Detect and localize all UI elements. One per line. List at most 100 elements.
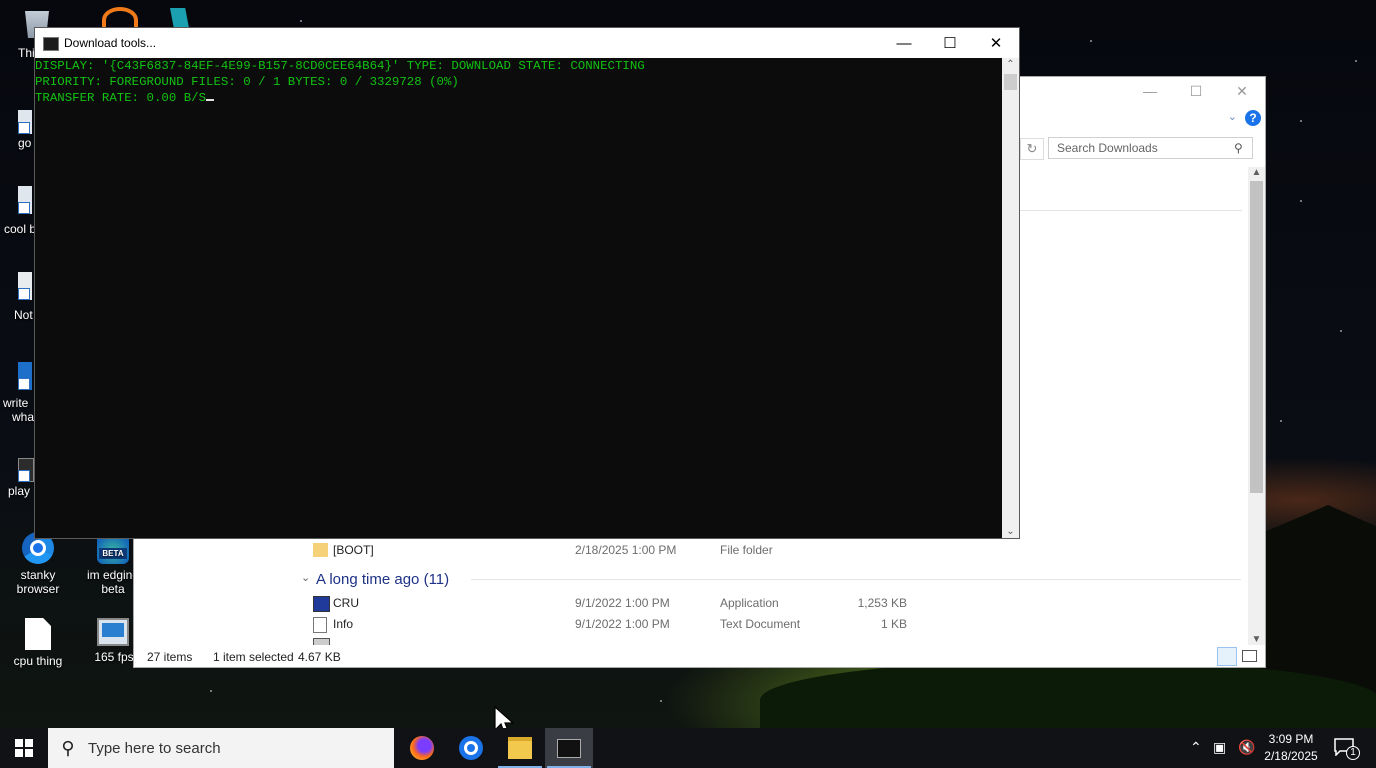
volume-muted-icon[interactable]: 🔇 xyxy=(1238,739,1255,756)
file-size: 1,253 KB xyxy=(857,596,907,610)
desktop-icon-label: browser xyxy=(16,582,60,596)
file-date: 2/18/2025 1:00 PM xyxy=(575,543,677,557)
group-header[interactable]: ⌄ A long time ago (11) xyxy=(299,569,1244,591)
notification-count: 1 xyxy=(1346,746,1360,760)
file-date: 9/1/2022 1:00 PM xyxy=(575,617,670,631)
star xyxy=(660,700,662,702)
file-row[interactable]: [BOOT] 2/18/2025 1:00 PM File folder xyxy=(299,540,1079,561)
taskbar-firefox[interactable] xyxy=(398,728,446,768)
minimize-button[interactable]: — xyxy=(881,28,927,58)
file-row-partial[interactable] xyxy=(299,635,1079,645)
clock-time: 3:09 PM xyxy=(1268,732,1314,746)
minimize-button[interactable]: — xyxy=(1127,77,1173,105)
explorer-title-buttons: — ☐ ✕ xyxy=(1127,77,1265,105)
selection-count: 1 item selected xyxy=(213,650,294,664)
shortcut-arrow-icon xyxy=(18,202,30,214)
scroll-up-icon[interactable]: ⌃ xyxy=(1002,59,1019,70)
desktop-icon-label: wha xyxy=(12,410,35,424)
text-document-icon xyxy=(313,617,327,633)
command-prompt-icon xyxy=(43,37,59,51)
file-type: Application xyxy=(720,596,779,610)
search-placeholder: Search Downloads xyxy=(1057,141,1158,155)
scroll-down-icon[interactable]: ▼ xyxy=(1248,634,1265,645)
console-line: TRANSFER RATE: 0.00 B/S xyxy=(35,91,207,105)
scroll-thumb[interactable] xyxy=(1250,181,1263,493)
text-cursor xyxy=(206,99,215,101)
desktop-icon-label: write xyxy=(3,396,29,410)
window-title: Download tools... xyxy=(64,36,157,50)
console-line: PRIORITY: FOREGROUND FILES: 0 / 1 BYTES:… xyxy=(35,75,459,89)
shortcut-arrow-icon xyxy=(18,122,30,134)
item-count: 27 items xyxy=(147,650,193,664)
shortcut-arrow-icon xyxy=(18,288,30,300)
maximize-button[interactable]: ☐ xyxy=(1173,77,1219,105)
expand-ribbon-chevron-icon[interactable]: ⌄ xyxy=(1228,110,1237,123)
large-icons-view-icon[interactable] xyxy=(1240,647,1258,664)
selection-size: 4.67 KB xyxy=(298,650,341,664)
close-button[interactable]: ✕ xyxy=(1219,77,1265,105)
file-size: 1 KB xyxy=(880,617,907,631)
scroll-down-icon[interactable]: ⌄ xyxy=(1002,526,1019,537)
start-button[interactable] xyxy=(0,728,48,768)
taskbar: ⚲ Type here to search ⌃ ▣ 🔇 3:09 PM 2/18… xyxy=(0,728,1376,768)
star xyxy=(1355,60,1357,62)
taskbar-search-input[interactable]: ⚲ Type here to search xyxy=(48,728,394,768)
monitor-icon xyxy=(97,618,129,646)
show-hidden-icons-chevron-icon[interactable]: ⌃ xyxy=(1190,739,1202,756)
desktop-icon-this-pc[interactable]: Thi xyxy=(0,46,35,60)
file-name: Info xyxy=(333,617,354,631)
search-icon: ⚲ xyxy=(61,737,75,758)
file-type: File folder xyxy=(720,543,773,557)
refresh-button[interactable]: ↻ xyxy=(1020,138,1044,160)
star xyxy=(1300,200,1302,202)
application-icon xyxy=(313,638,330,645)
desktop-icon-label: cool b xyxy=(4,222,37,236)
window-controls: — ☐ ✕ xyxy=(881,28,1019,58)
explorer-scrollbar[interactable]: ▲ ▼ xyxy=(1248,167,1265,645)
status-bar: 27 items 1 item selected 4.67 KB xyxy=(134,645,1265,667)
taskbar-command-prompt[interactable] xyxy=(545,728,593,768)
network-icon[interactable]: ▣ xyxy=(1213,739,1226,756)
file-row[interactable]: Info 9/1/2022 1:00 PM Text Document 1 KB xyxy=(299,614,1079,635)
clock-date: 2/18/2025 xyxy=(1264,749,1318,763)
star xyxy=(300,20,302,22)
group-label: A long time ago (11) xyxy=(316,571,450,588)
shortcut-arrow-icon xyxy=(18,378,30,390)
file-date: 9/1/2022 1:00 PM xyxy=(575,596,670,610)
star xyxy=(1090,40,1092,42)
desktop-icon-label: go xyxy=(18,136,32,150)
folder-icon xyxy=(313,543,328,557)
search-icon: ⚲ xyxy=(1234,141,1243,155)
console-output[interactable]: DISPLAY: '{C43F6837-84EF-4E99-B157-8CD0C… xyxy=(35,58,1003,538)
desktop-icon-cpu-thing[interactable]: cpu thing xyxy=(3,618,73,668)
group-divider xyxy=(471,579,1241,580)
search-downloads-input[interactable]: Search Downloads ⚲ xyxy=(1048,137,1253,159)
desktop-icon-label: play xyxy=(8,484,31,498)
desktop-icon-label: cpu thing xyxy=(13,654,63,668)
help-icon[interactable]: ? xyxy=(1245,110,1261,126)
details-view-icon[interactable] xyxy=(1217,647,1237,666)
star xyxy=(1280,420,1282,422)
maximize-button[interactable]: ☐ xyxy=(927,28,973,58)
document-icon xyxy=(25,618,51,650)
close-button[interactable]: ✕ xyxy=(973,28,1019,58)
clock[interactable]: 3:09 PM 2/18/2025 xyxy=(1256,731,1326,765)
firefox-icon xyxy=(410,736,434,760)
title-bar[interactable]: Download tools... — ☐ ✕ xyxy=(35,28,1019,58)
application-icon xyxy=(313,596,330,612)
star xyxy=(1340,330,1342,332)
scroll-up-icon[interactable]: ▲ xyxy=(1248,167,1265,178)
notification-center-icon[interactable]: 1 xyxy=(1334,738,1360,760)
command-prompt-window[interactable]: Download tools... — ☐ ✕ DISPLAY: '{C43F6… xyxy=(34,27,1020,539)
desktop-icon-label: Thi xyxy=(18,46,35,60)
file-name: CRU xyxy=(333,596,359,610)
taskbar-chrome[interactable] xyxy=(447,728,495,768)
scroll-thumb[interactable] xyxy=(1004,74,1017,90)
folder-icon xyxy=(508,737,532,759)
file-type: Text Document xyxy=(720,617,801,631)
desktop-icon-stanky-browser[interactable]: stanky browser xyxy=(3,532,73,596)
chrome-icon xyxy=(459,736,483,760)
taskbar-file-explorer[interactable] xyxy=(496,728,544,768)
console-scrollbar[interactable]: ⌃ ⌄ xyxy=(1002,58,1019,538)
file-row[interactable]: CRU 9/1/2022 1:00 PM Application 1,253 K… xyxy=(299,593,1079,614)
